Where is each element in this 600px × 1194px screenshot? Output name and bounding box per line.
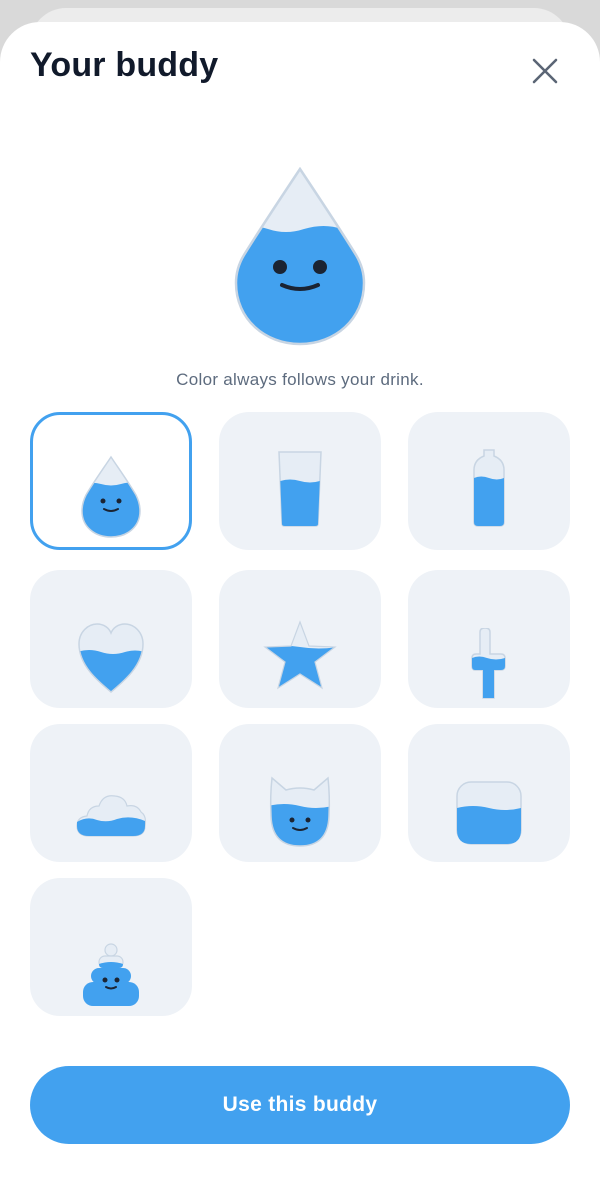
poop-buddy-icon (83, 943, 139, 1006)
buddy-picker-sheet: Your buddy Color always follows your dri… (0, 22, 600, 1194)
page-title: Your buddy (30, 46, 219, 84)
jar-buddy-icon (456, 781, 522, 845)
glass-buddy-icon (278, 451, 322, 527)
buddy-option-water-drop[interactable] (30, 412, 192, 550)
buddy-option-cloud[interactable] (30, 724, 192, 862)
pointing-finger-buddy-icon (471, 628, 506, 699)
buddy-option-finger[interactable] (408, 570, 570, 708)
star-buddy-icon (263, 620, 337, 690)
buddy-option-poop[interactable] (30, 878, 192, 1016)
buddy-option-jar[interactable] (408, 724, 570, 862)
use-buddy-button[interactable]: Use this buddy (30, 1066, 570, 1144)
buddy-option-heart[interactable] (30, 570, 192, 708)
bottle-buddy-icon (473, 449, 505, 527)
color-hint-text: Color always follows your drink. (176, 370, 424, 389)
cloud-buddy-icon (76, 795, 147, 837)
buddy-option-cat[interactable] (219, 724, 381, 862)
close-button[interactable] (522, 48, 568, 94)
close-icon (532, 58, 558, 84)
buddy-option-bottle[interactable] (408, 412, 570, 550)
heart-buddy-icon (78, 623, 144, 693)
buddy-option-glass[interactable] (219, 412, 381, 550)
water-drop-buddy-icon (234, 167, 366, 346)
buddy-option-star[interactable] (219, 570, 381, 708)
water-drop-buddy-icon (81, 455, 141, 538)
cat-buddy-icon (269, 776, 331, 847)
